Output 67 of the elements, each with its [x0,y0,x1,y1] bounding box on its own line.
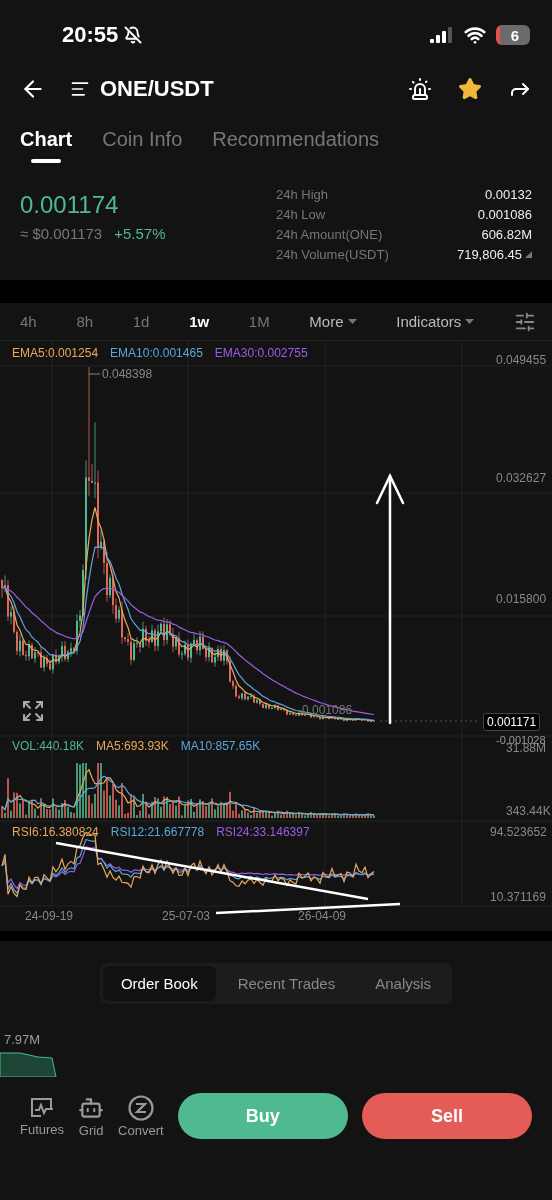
interval-tab[interactable]: 1d [132,313,150,330]
caret-icon [465,319,475,324]
tool-button[interactable]: Convert [118,1094,164,1138]
date-label: 24-09-19 [25,909,74,923]
dropdown-button[interactable]: Indicators [396,313,475,330]
leader-line [88,373,101,375]
stat-label: 24h High [276,187,329,202]
interval-tab[interactable]: 1M [248,313,270,330]
tab[interactable]: Recommendations [212,128,380,163]
stat-value: 0.00132 [485,187,532,202]
stat-label: 24h Low [276,207,326,222]
chart-monitor-icon [29,1095,56,1120]
ema-legend: EMA5:0.001254 [12,346,99,360]
last-price-tag: 0.001171 [483,713,541,731]
axis-label: 0.032627 [496,471,547,485]
depth-chart-drawing [0,1049,58,1077]
interval-tab[interactable]: 8h [76,313,94,330]
axis-label: 94.523652 [490,825,547,839]
stat-label: 24h Amount(ONE) [276,227,383,242]
axis-label: 343.44K [506,804,551,818]
price-change: +5.57% [114,225,166,242]
trade-button[interactable]: Sell [361,1093,532,1139]
stat-label: 24h Volume(USDT) [276,247,389,262]
book-tab[interactable]: Analysis [357,966,450,1001]
peak-price-label: 0.048398 [102,367,153,381]
battery-level: 6 [496,25,530,45]
interval-tab[interactable]: 1w [189,313,210,330]
volume-legend: MA5:693.93K [96,739,169,753]
signal-icon [430,27,454,43]
last-price: 0.001174 [20,191,120,219]
volume-legend: MA10:857.65K [180,739,261,753]
book-tab[interactable]: Recent Trades [219,966,354,1001]
ema-legend: EMA30:0.002755 [214,346,308,360]
tab[interactable]: Coin Info [102,128,183,163]
star-icon[interactable] [458,77,482,101]
expand-icon[interactable] [21,699,45,723]
axis-label: 0.015800 [496,592,547,606]
book-tab[interactable]: Order Book [102,966,216,1001]
date-label: 25-07-03 [162,909,211,923]
bell-off-icon [124,26,143,44]
fiat-price: ≈ $0.001173 [20,225,103,242]
tool-button[interactable]: Grid [78,1094,105,1138]
stat-value: 719,806.45 [456,247,522,262]
depth-label: 7.97M [4,1032,42,1047]
ema-legend: EMA10:0.001465 [110,346,203,360]
axis-label: 10.371169 [490,890,546,904]
tab[interactable]: Chart [20,128,73,163]
stat-value: 606.82M [481,227,532,242]
rsi-legend: RSI12:21.667778 [110,825,205,839]
rsi-legend: RSI6:16.380824 [12,825,99,839]
menu-icon[interactable] [70,79,90,99]
corner-icon [525,251,532,258]
stat-value: 0.001086 [477,207,532,222]
settings-icon[interactable] [513,310,536,333]
date-label: 26-04-09 [298,909,347,923]
caret-icon [347,319,357,324]
alarm-icon[interactable] [408,77,432,101]
volume-legend: VOL:440.18K [12,739,85,753]
wifi-icon [464,24,486,46]
axis-label: 0.049455 [496,353,547,367]
clock-time: 20:55 [62,22,119,48]
convert-icon [127,1094,154,1121]
interval-tab[interactable]: 4h [20,313,37,330]
tool-button[interactable]: Futures [20,1095,65,1137]
dropdown-button[interactable]: More [309,313,357,330]
rsi-legend: RSI24:33.146397 [216,825,310,839]
pair-title: ONE/USDT [100,76,215,102]
